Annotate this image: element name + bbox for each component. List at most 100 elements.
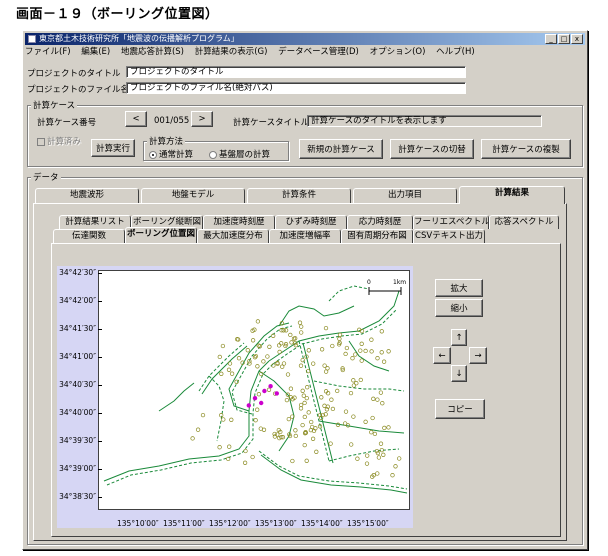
boring-point[interactable] (195, 427, 201, 432)
subtab-natural-period[interactable]: 固有周期分布図 (341, 229, 413, 243)
boring-point[interactable] (359, 358, 364, 363)
project-title-input[interactable]: プロジェクトのタイトル (126, 66, 466, 78)
boring-point[interactable] (302, 414, 307, 420)
boring-point[interactable] (358, 348, 363, 353)
menu-calc[interactable]: 地震応答計算(S) (121, 47, 184, 57)
boring-point[interactable] (306, 410, 311, 415)
boring-point[interactable] (293, 433, 298, 439)
menu-help[interactable]: ヘルプ(H) (436, 47, 475, 57)
boring-point[interactable] (299, 324, 304, 329)
boring-point[interactable] (329, 397, 334, 402)
selected-boring-point[interactable] (259, 400, 264, 406)
boring-point[interactable] (379, 329, 384, 334)
boring-point[interactable] (369, 430, 374, 435)
boring-point[interactable] (322, 363, 327, 368)
boring-point[interactable] (382, 425, 387, 431)
next-case-button[interactable]: > (191, 111, 213, 127)
boring-point[interactable] (302, 400, 307, 406)
boring-point[interactable] (300, 422, 305, 428)
boring-point[interactable] (363, 419, 368, 424)
boring-point[interactable] (393, 464, 398, 469)
boring-point[interactable] (288, 386, 294, 391)
boring-point[interactable] (220, 343, 226, 349)
boring-point[interactable] (353, 352, 358, 357)
boring-point[interactable] (355, 456, 360, 461)
boring-point[interactable] (253, 353, 259, 359)
boring-point[interactable] (375, 356, 380, 361)
boring-point[interactable] (265, 354, 270, 359)
boring-point[interactable] (256, 392, 262, 397)
selected-boring-point[interactable] (262, 388, 267, 394)
boring-point[interactable] (261, 359, 266, 364)
boring-point[interactable] (306, 348, 311, 353)
boring-point[interactable] (348, 390, 354, 396)
copy-case-button[interactable]: 計算ケースの複製 (481, 139, 571, 159)
boring-point[interactable] (217, 354, 222, 360)
boring-point[interactable] (266, 387, 272, 392)
boring-point[interactable] (304, 458, 309, 463)
boring-point[interactable] (219, 371, 224, 376)
boring-point[interactable] (302, 442, 307, 448)
boring-point[interactable] (359, 341, 364, 346)
pan-down-button[interactable]: ↓ (451, 365, 467, 382)
boring-point[interactable] (322, 403, 327, 408)
boring-point[interactable] (369, 337, 374, 342)
tab-calc-conditions[interactable]: 計算条件 (247, 188, 351, 203)
menu-edit[interactable]: 編集(E) (81, 47, 110, 57)
menu-file[interactable]: ファイル(F) (25, 47, 71, 57)
new-case-button[interactable]: 新規の計算ケース (299, 139, 383, 159)
boring-point[interactable] (372, 431, 378, 437)
menu-result[interactable]: 計算結果の表示(G) (195, 47, 268, 57)
boring-point[interactable] (276, 343, 282, 348)
boring-point[interactable] (277, 349, 282, 355)
boring-point[interactable] (380, 401, 385, 406)
boring-point[interactable] (397, 456, 402, 461)
boring-point[interactable] (300, 388, 305, 393)
boring-point[interactable] (255, 319, 261, 324)
boring-point[interactable] (354, 381, 359, 386)
boring-point[interactable] (250, 454, 255, 460)
selected-boring-point[interactable] (268, 384, 273, 389)
zoom-in-button[interactable]: 拡大 (435, 279, 483, 297)
boring-point[interactable] (314, 449, 319, 454)
menu-database[interactable]: データベース管理(D) (278, 47, 359, 57)
boring-point[interactable] (337, 336, 342, 341)
boring-point[interactable] (337, 332, 343, 337)
boring-point[interactable] (370, 415, 375, 421)
boring-point[interactable] (351, 378, 356, 383)
boring-point[interactable] (226, 367, 232, 372)
boring-point[interactable] (242, 460, 248, 465)
selected-boring-point[interactable] (246, 403, 251, 408)
boring-point[interactable] (390, 473, 395, 478)
boring-point[interactable] (330, 406, 336, 412)
pan-left-button[interactable]: ← (433, 347, 451, 364)
boring-point[interactable] (300, 357, 305, 363)
boring-location-map[interactable]: 0 1km (98, 270, 410, 510)
boring-point[interactable] (311, 361, 316, 366)
boring-point[interactable] (290, 458, 295, 464)
boring-point[interactable] (344, 345, 350, 351)
boring-point[interactable] (363, 348, 368, 354)
boring-point[interactable] (279, 341, 284, 346)
boring-point[interactable] (236, 356, 242, 361)
boring-point[interactable] (381, 359, 387, 364)
project-file-input[interactable]: プロジェクトのファイル名(絶対パス) (126, 82, 466, 94)
boring-point[interactable] (229, 417, 234, 422)
boring-point[interactable] (200, 412, 206, 418)
boring-point[interactable] (190, 436, 195, 441)
zoom-out-button[interactable]: 縮小 (435, 299, 483, 317)
boring-point[interactable] (386, 349, 391, 354)
selected-boring-point[interactable] (252, 396, 258, 401)
boring-point[interactable] (378, 390, 384, 395)
boring-point[interactable] (285, 372, 291, 377)
pan-right-button[interactable]: → (469, 347, 487, 364)
boring-point[interactable] (310, 436, 316, 441)
boring-point[interactable] (364, 461, 370, 466)
boring-point[interactable] (378, 441, 384, 446)
boring-point[interactable] (369, 349, 374, 354)
method-base-radio[interactable]: 基盤層の計算 (209, 148, 270, 160)
boring-point[interactable] (221, 417, 226, 422)
subtab-result-list[interactable]: 計算結果リスト (59, 215, 131, 229)
boring-point[interactable] (319, 347, 325, 352)
boring-point[interactable] (255, 364, 260, 369)
